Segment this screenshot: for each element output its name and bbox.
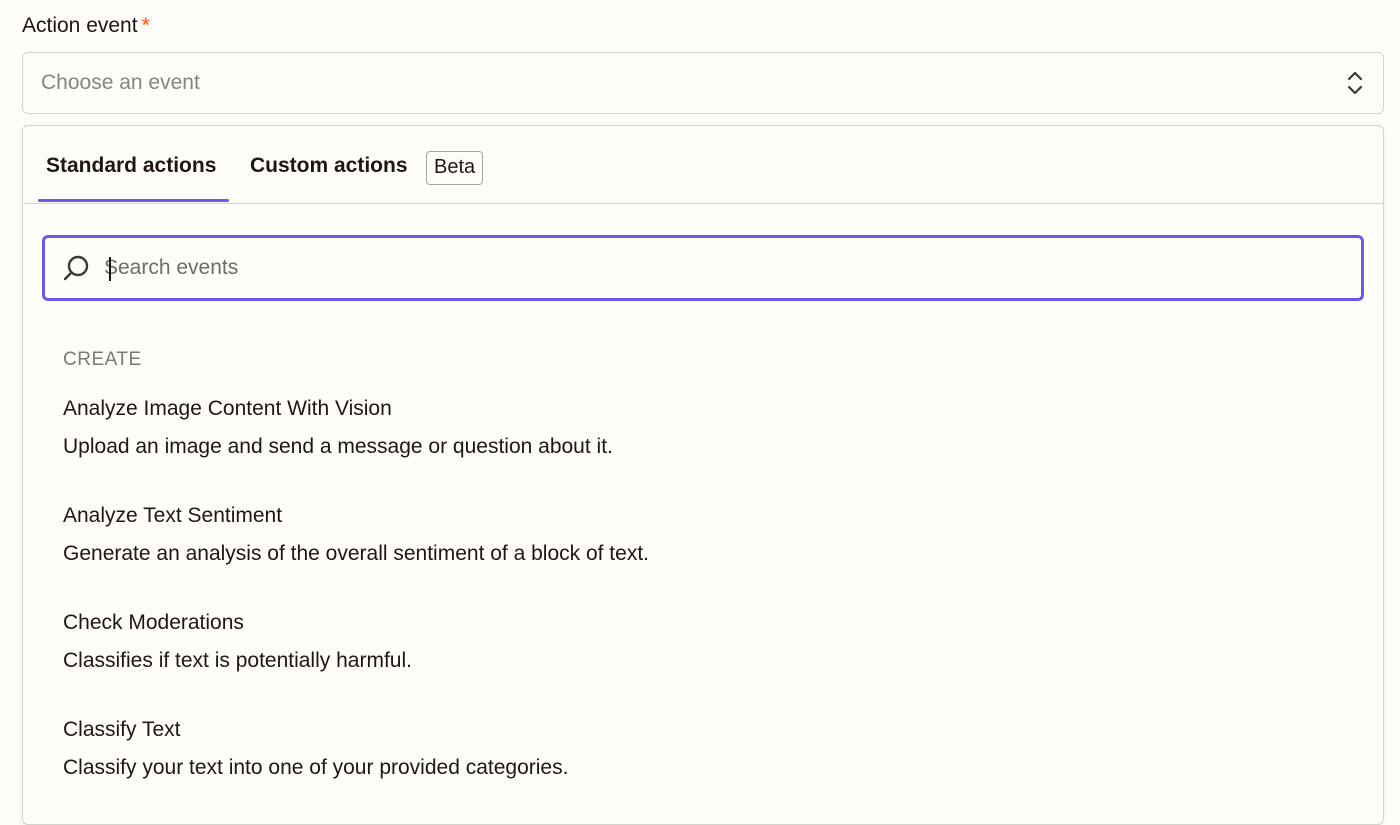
action-event-label: Action event * xyxy=(22,14,150,38)
event-title: Analyze Text Sentiment xyxy=(63,504,283,527)
event-select[interactable]: Choose an event xyxy=(22,52,1384,114)
search-icon xyxy=(63,255,89,281)
chevron-up-down-icon xyxy=(1347,71,1363,95)
required-marker: * xyxy=(141,14,150,37)
event-item-check-moderations[interactable]: Check Moderations Classifies if text is … xyxy=(63,608,1343,715)
search-input[interactable] xyxy=(104,248,1361,288)
event-dropdown: Standard actions Custom actions Beta CRE… xyxy=(22,125,1384,825)
search-field[interactable] xyxy=(42,235,1364,301)
event-list: Analyze Image Content With Vision Upload… xyxy=(63,394,1343,822)
event-item-analyze-sentiment[interactable]: Analyze Text Sentiment Generate an analy… xyxy=(63,501,1343,608)
text-caret xyxy=(109,257,111,281)
event-description: Upload an image and send a message or qu… xyxy=(63,435,613,458)
event-select-placeholder: Choose an event xyxy=(41,71,200,94)
tab-bar: Standard actions Custom actions Beta xyxy=(23,126,1383,204)
event-description: Generate an analysis of the overall sent… xyxy=(63,542,649,565)
event-description: Classify your text into one of your prov… xyxy=(63,756,569,779)
event-item-analyze-image[interactable]: Analyze Image Content With Vision Upload… xyxy=(63,394,1343,501)
tab-standard-actions[interactable]: Standard actions xyxy=(46,154,216,178)
tab-custom-actions[interactable]: Custom actions xyxy=(250,154,408,178)
section-header-create: CREATE xyxy=(63,349,142,370)
event-title: Check Moderations xyxy=(63,611,244,634)
event-title: Classify Text xyxy=(63,718,181,741)
beta-badge: Beta xyxy=(426,151,484,185)
action-event-label-text: Action event xyxy=(22,14,138,37)
active-tab-indicator xyxy=(38,199,229,202)
event-item-classify-text[interactable]: Classify Text Classify your text into on… xyxy=(63,715,1343,822)
event-title: Analyze Image Content With Vision xyxy=(63,397,392,420)
event-description: Classifies if text is potentially harmfu… xyxy=(63,649,412,672)
